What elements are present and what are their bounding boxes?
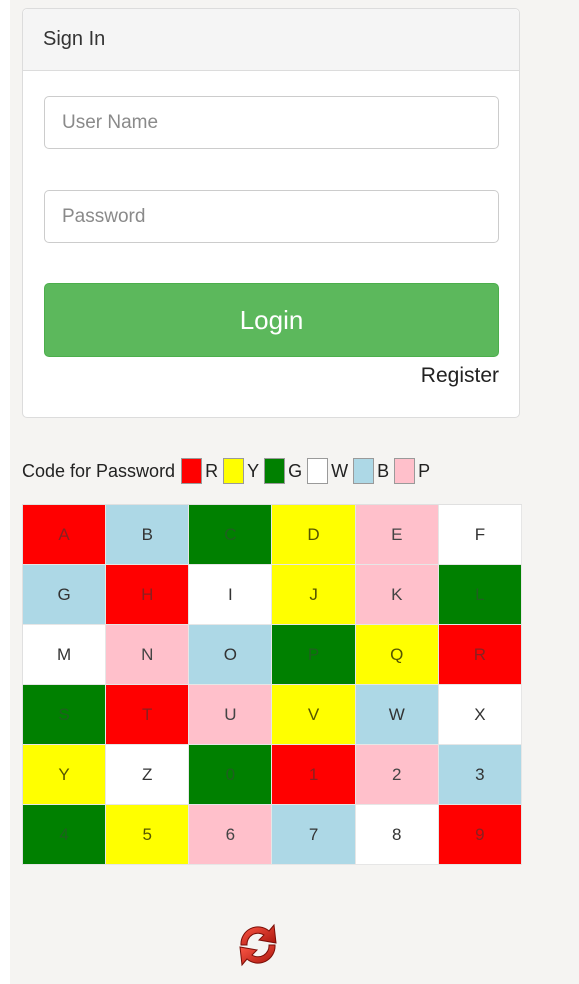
- code-cell: 9: [438, 805, 522, 865]
- code-cell: H: [106, 565, 190, 625]
- code-cell: T: [106, 685, 190, 745]
- code-cell: 5: [106, 805, 190, 865]
- code-cell: 6: [189, 805, 273, 865]
- code-cell: P: [272, 625, 356, 685]
- code-cell: 4: [23, 805, 107, 865]
- code-cell: 3: [438, 745, 522, 805]
- code-cell: Z: [106, 745, 190, 805]
- code-cell: R: [438, 625, 522, 685]
- legend-swatch-w: [307, 458, 329, 484]
- code-cell: G: [23, 565, 107, 625]
- code-cell: F: [438, 505, 522, 565]
- code-cell: L: [438, 565, 522, 625]
- register-link[interactable]: Register: [421, 364, 499, 388]
- sign-in-title: Sign In: [23, 9, 519, 71]
- legend-swatch-b: [353, 458, 375, 484]
- code-cell: I: [189, 565, 273, 625]
- code-cell: V: [272, 685, 356, 745]
- code-cell: Q: [355, 625, 439, 685]
- code-cell: 2: [355, 745, 439, 805]
- login-button[interactable]: Login: [44, 283, 499, 357]
- username-input[interactable]: [44, 96, 499, 149]
- code-cell: K: [355, 565, 439, 625]
- code-cell: O: [189, 625, 273, 685]
- code-cell: X: [438, 685, 522, 745]
- code-cell: D: [272, 505, 356, 565]
- legend-letter-g: G: [288, 460, 303, 481]
- legend-swatch-y: [223, 458, 245, 484]
- password-color-legend: Code for Password R Y G W B P: [22, 455, 435, 487]
- legend-items: RYGWBP: [181, 458, 435, 484]
- refresh-icon-graphic: [239, 923, 277, 967]
- password-input[interactable]: [44, 190, 499, 243]
- code-cell: U: [189, 685, 273, 745]
- code-cell: A: [23, 505, 107, 565]
- legend-caption: Code for Password: [22, 460, 176, 481]
- code-cell: W: [355, 685, 439, 745]
- code-cell: E: [355, 505, 439, 565]
- code-cell: N: [106, 625, 190, 685]
- legend-letter-y: Y: [247, 460, 260, 481]
- code-cell: Y: [23, 745, 107, 805]
- code-cell: B: [106, 505, 190, 565]
- legend-letter-w: W: [331, 460, 349, 481]
- code-cell: 1: [272, 745, 356, 805]
- legend-letter-b: B: [377, 460, 390, 481]
- legend-letter-r: R: [205, 460, 219, 481]
- sign-in-panel: Sign In Login Register: [22, 8, 520, 418]
- password-code-grid: ABCDEF GHIJKL MNOPQR STUVWX YZ0123 456789: [22, 504, 522, 865]
- code-cell: 0: [189, 745, 273, 805]
- legend-letter-p: P: [418, 460, 431, 481]
- code-cell: C: [189, 505, 273, 565]
- refresh-icon[interactable]: [231, 915, 285, 973]
- legend-swatch-r: [181, 458, 203, 484]
- legend-swatch-p: [394, 458, 416, 484]
- code-cell: 7: [272, 805, 356, 865]
- code-cell: M: [23, 625, 107, 685]
- legend-swatch-g: [264, 458, 286, 484]
- code-cell: S: [23, 685, 107, 745]
- code-cell: 8: [355, 805, 439, 865]
- code-cell: J: [272, 565, 356, 625]
